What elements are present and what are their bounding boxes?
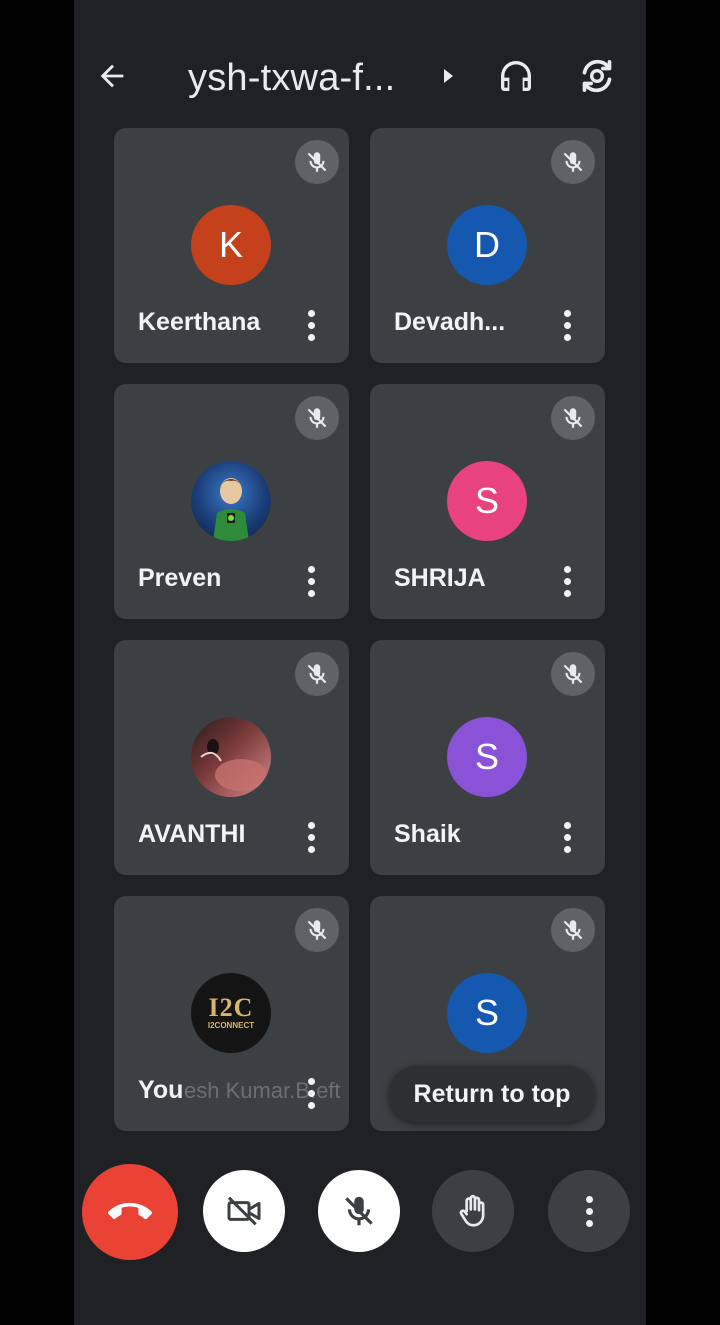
avatar: S	[447, 461, 527, 541]
mic-muted-badge	[295, 908, 339, 952]
avatar-photo	[191, 461, 271, 541]
avatar: S	[447, 973, 527, 1053]
top-bar: ysh-txwa-f...	[74, 40, 646, 116]
mic-muted-badge	[551, 140, 595, 184]
videocam-off-icon	[227, 1196, 261, 1226]
participant-name: Devadh...	[394, 308, 506, 336]
participant-more-button[interactable]	[552, 308, 582, 342]
headphones-icon	[501, 61, 531, 91]
more-vert-icon	[563, 821, 571, 853]
participant-more-button[interactable]	[296, 820, 326, 854]
logo-subtext: I2CONNECT	[207, 1021, 255, 1030]
end-call-button[interactable]	[82, 1164, 178, 1260]
participant-more-button[interactable]	[552, 564, 582, 598]
mic-muted-badge	[551, 652, 595, 696]
participant-more-button[interactable]	[296, 564, 326, 598]
phone-hangup-icon	[108, 1202, 152, 1220]
avatar: S	[447, 717, 527, 797]
logo-text: I2C	[208, 993, 254, 1022]
avatar: D	[447, 205, 527, 285]
avatar: K	[191, 205, 271, 285]
participant-more-button[interactable]	[552, 820, 582, 854]
more-vert-icon	[563, 309, 571, 341]
more-options-button[interactable]	[548, 1170, 630, 1252]
participant-tile[interactable]: S SHRIJA	[370, 384, 605, 619]
profile-photo-image	[200, 739, 267, 791]
mic-off-icon	[307, 152, 327, 172]
participant-tile-self[interactable]: I2C I2CONNECT esh Kumar.B.eft You	[114, 896, 349, 1131]
mic-muted-badge	[551, 908, 595, 952]
call-controls-bar	[74, 1150, 646, 1270]
participant-name: Preven	[138, 564, 222, 592]
mic-off-icon	[307, 408, 327, 428]
mic-off-icon	[307, 920, 327, 940]
cartoon-character-image	[213, 478, 249, 541]
back-button[interactable]	[92, 56, 132, 96]
more-vert-icon	[307, 821, 315, 853]
more-vert-icon	[563, 565, 571, 597]
more-vert-icon	[307, 309, 315, 341]
meeting-code-title[interactable]: ysh-txwa-f...	[188, 56, 458, 100]
audio-output-button[interactable]	[496, 56, 540, 100]
caret-right-icon[interactable]	[438, 66, 458, 86]
avatar-photo	[191, 717, 271, 797]
mic-toggle-button[interactable]	[318, 1170, 400, 1252]
return-to-top-button[interactable]: Return to top	[389, 1066, 595, 1122]
mic-off-icon	[345, 1196, 373, 1226]
meet-screen: ysh-txwa-f... K Keerthana D Devadh... Pr…	[74, 0, 646, 1325]
participant-tile[interactable]: D Devadh...	[370, 128, 605, 363]
mic-muted-badge	[295, 396, 339, 440]
participant-tile[interactable]: S Shaik	[370, 640, 605, 875]
mic-off-icon	[563, 920, 583, 940]
more-vert-icon	[307, 565, 315, 597]
mic-muted-badge	[295, 652, 339, 696]
participant-tile[interactable]: Preven	[114, 384, 349, 619]
participant-name: You	[138, 1076, 184, 1104]
participant-name: Shaik	[394, 820, 461, 848]
participant-name: SHRIJA	[394, 564, 486, 592]
participant-tile[interactable]: K Keerthana	[114, 128, 349, 363]
mic-off-icon	[307, 664, 327, 684]
participant-name: Keerthana	[138, 308, 261, 336]
more-vert-icon	[307, 1077, 315, 1109]
raise-hand-button[interactable]	[432, 1170, 514, 1252]
participant-tile[interactable]: AVANTHI	[114, 640, 349, 875]
hand-raise-icon	[459, 1194, 485, 1227]
switch-camera-button[interactable]	[577, 56, 621, 100]
mic-muted-badge	[551, 396, 595, 440]
participant-name: AVANTHI	[138, 820, 246, 848]
i2connect-logo-avatar: I2C I2CONNECT	[191, 973, 271, 1053]
camera-toggle-button[interactable]	[203, 1170, 285, 1252]
back-arrow-icon	[100, 64, 124, 88]
mic-off-icon	[563, 664, 583, 684]
participant-more-button[interactable]	[296, 1076, 326, 1110]
mic-off-icon	[563, 408, 583, 428]
more-vert-icon	[585, 1195, 593, 1227]
mic-off-icon	[563, 152, 583, 172]
switch-camera-icon	[582, 59, 612, 93]
participant-more-button[interactable]	[296, 308, 326, 342]
mic-muted-badge	[295, 140, 339, 184]
